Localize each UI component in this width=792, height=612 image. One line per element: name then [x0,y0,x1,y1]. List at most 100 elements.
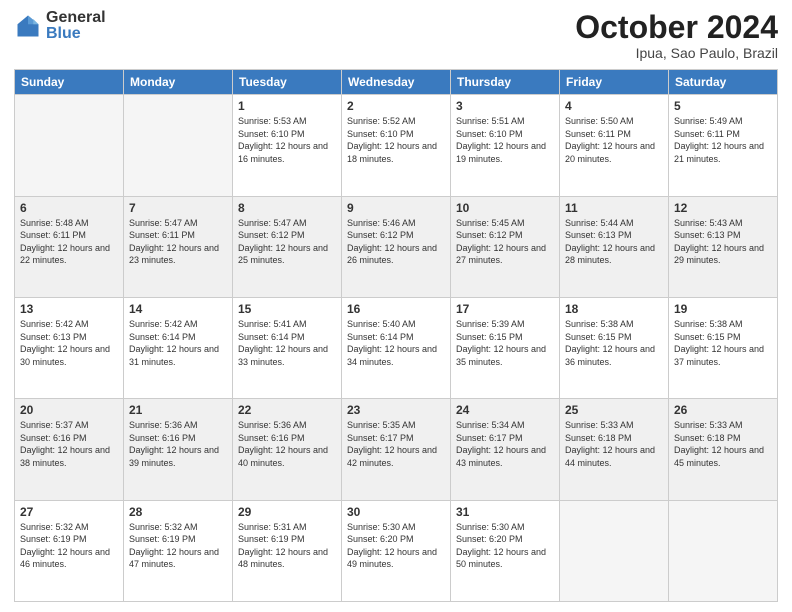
calendar: Sunday Monday Tuesday Wednesday Thursday… [14,69,778,602]
calendar-day-cell: 26Sunrise: 5:33 AMSunset: 6:18 PMDayligh… [669,399,778,500]
day-info: Sunrise: 5:45 AMSunset: 6:12 PMDaylight:… [456,217,554,267]
page: General Blue October 2024 Ipua, Sao Paul… [0,0,792,612]
day-number: 7 [129,201,227,215]
day-info: Sunrise: 5:35 AMSunset: 6:17 PMDaylight:… [347,419,445,469]
calendar-day-cell: 12 Sunrise: 5:43 AMSunset: 6:13 PMDayligh… [669,196,778,297]
day-number: 19 [674,302,772,316]
day-info: Sunrise: 5:34 AMSunset: 6:17 PMDaylight:… [456,419,554,469]
day-info: Sunrise: 5:31 AMSunset: 6:19 PMDaylight:… [238,521,336,571]
day-number: 12 [674,201,772,215]
day-number: 23 [347,403,445,417]
calendar-day-cell: 9Sunrise: 5:46 AMSunset: 6:12 PMDaylight… [342,196,451,297]
calendar-day-cell: 15 Sunrise: 5:41 AMSunset: 6:14 PMDayligh… [233,297,342,398]
day-number: 28 [129,505,227,519]
day-info: Sunrise: 5:51 AMSunset: 6:10 PMDaylight:… [456,115,554,165]
day-number: 30 [347,505,445,519]
day-number: 18 [565,302,663,316]
day-info: Sunrise: 5:47 AMSunset: 6:12 PMDaylight:… [238,217,336,267]
day-number: 31 [456,505,554,519]
day-number: 14 [129,302,227,316]
col-tuesday: Tuesday [233,70,342,95]
calendar-day-cell: 29Sunrise: 5:31 AMSunset: 6:19 PMDayligh… [233,500,342,601]
calendar-day-cell: 23 Sunrise: 5:35 AMSunset: 6:17 PMDayligh… [342,399,451,500]
location: Ipua, Sao Paulo, Brazil [575,45,778,61]
calendar-week-row: 6 Sunrise: 5:48 AMSunset: 6:11 PMDaylight… [15,196,778,297]
day-info: Sunrise: 5:43 AMSunset: 6:13 PMDaylight:… [674,217,772,267]
day-info: Sunrise: 5:47 AMSunset: 6:11 PMDaylight:… [129,217,227,267]
logo-text: General Blue [46,10,106,42]
day-number: 3 [456,99,554,113]
day-info: Sunrise: 5:30 AMSunset: 6:20 PMDaylight:… [456,521,554,571]
title-block: October 2024 Ipua, Sao Paulo, Brazil [575,10,778,61]
day-info: Sunrise: 5:30 AMSunset: 6:20 PMDaylight:… [347,521,445,571]
calendar-day-cell: 1 Sunrise: 5:53 AMSunset: 6:10 PMDaylight… [233,95,342,196]
day-number: 16 [347,302,445,316]
calendar-day-cell: 27Sunrise: 5:32 AMSunset: 6:19 PMDayligh… [15,500,124,601]
day-number: 4 [565,99,663,113]
day-number: 10 [456,201,554,215]
day-number: 13 [20,302,118,316]
col-wednesday: Wednesday [342,70,451,95]
calendar-day-cell: 30 Sunrise: 5:30 AMSunset: 6:20 PMDayligh… [342,500,451,601]
col-saturday: Saturday [669,70,778,95]
day-info: Sunrise: 5:53 AMSunset: 6:10 PMDaylight:… [238,115,336,165]
calendar-day-cell: 8 Sunrise: 5:47 AMSunset: 6:12 PMDaylight… [233,196,342,297]
calendar-day-cell: 14Sunrise: 5:42 AMSunset: 6:14 PMDayligh… [124,297,233,398]
logo-general-text: General [46,10,106,26]
day-info: Sunrise: 5:37 AMSunset: 6:16 PMDaylight:… [20,419,118,469]
day-info: Sunrise: 5:39 AMSunset: 6:15 PMDaylight:… [456,318,554,368]
day-info: Sunrise: 5:36 AMSunset: 6:16 PMDaylight:… [238,419,336,469]
logo-blue-text: Blue [46,26,106,42]
calendar-header-row: Sunday Monday Tuesday Wednesday Thursday… [15,70,778,95]
day-number: 17 [456,302,554,316]
day-number: 5 [674,99,772,113]
calendar-day-cell: 6 Sunrise: 5:48 AMSunset: 6:11 PMDaylight… [15,196,124,297]
day-info: Sunrise: 5:41 AMSunset: 6:14 PMDaylight:… [238,318,336,368]
calendar-day-cell: 17 Sunrise: 5:39 AMSunset: 6:15 PMDayligh… [451,297,560,398]
day-number: 24 [456,403,554,417]
calendar-week-row: 27Sunrise: 5:32 AMSunset: 6:19 PMDayligh… [15,500,778,601]
calendar-day-cell: 25 Sunrise: 5:33 AMSunset: 6:18 PMDayligh… [560,399,669,500]
day-info: Sunrise: 5:38 AMSunset: 6:15 PMDaylight:… [674,318,772,368]
calendar-day-cell: 24 Sunrise: 5:34 AMSunset: 6:17 PMDayligh… [451,399,560,500]
day-number: 11 [565,201,663,215]
col-friday: Friday [560,70,669,95]
day-info: Sunrise: 5:52 AMSunset: 6:10 PMDaylight:… [347,115,445,165]
day-info: Sunrise: 5:33 AMSunset: 6:18 PMDaylight:… [674,419,772,469]
day-info: Sunrise: 5:50 AMSunset: 6:11 PMDaylight:… [565,115,663,165]
logo-icon [14,12,42,40]
col-monday: Monday [124,70,233,95]
calendar-day-cell: 20Sunrise: 5:37 AMSunset: 6:16 PMDayligh… [15,399,124,500]
day-number: 9 [347,201,445,215]
day-info: Sunrise: 5:36 AMSunset: 6:16 PMDaylight:… [129,419,227,469]
calendar-day-cell [15,95,124,196]
calendar-day-cell: 10 Sunrise: 5:45 AMSunset: 6:12 PMDayligh… [451,196,560,297]
month-title: October 2024 [575,10,778,45]
calendar-day-cell: 16Sunrise: 5:40 AMSunset: 6:14 PMDayligh… [342,297,451,398]
calendar-week-row: 20Sunrise: 5:37 AMSunset: 6:16 PMDayligh… [15,399,778,500]
calendar-day-cell: 22 Sunrise: 5:36 AMSunset: 6:16 PMDayligh… [233,399,342,500]
day-number: 2 [347,99,445,113]
day-number: 1 [238,99,336,113]
day-number: 15 [238,302,336,316]
calendar-week-row: 1 Sunrise: 5:53 AMSunset: 6:10 PMDaylight… [15,95,778,196]
day-number: 25 [565,403,663,417]
day-number: 22 [238,403,336,417]
calendar-day-cell: 4 Sunrise: 5:50 AMSunset: 6:11 PMDaylight… [560,95,669,196]
day-info: Sunrise: 5:33 AMSunset: 6:18 PMDaylight:… [565,419,663,469]
calendar-day-cell: 18Sunrise: 5:38 AMSunset: 6:15 PMDayligh… [560,297,669,398]
header: General Blue October 2024 Ipua, Sao Paul… [14,10,778,61]
day-number: 6 [20,201,118,215]
day-info: Sunrise: 5:32 AMSunset: 6:19 PMDaylight:… [129,521,227,571]
calendar-day-cell [560,500,669,601]
col-sunday: Sunday [15,70,124,95]
calendar-day-cell: 21Sunrise: 5:36 AMSunset: 6:16 PMDayligh… [124,399,233,500]
day-info: Sunrise: 5:32 AMSunset: 6:19 PMDaylight:… [20,521,118,571]
calendar-week-row: 13Sunrise: 5:42 AMSunset: 6:13 PMDayligh… [15,297,778,398]
day-number: 8 [238,201,336,215]
calendar-day-cell: 28 Sunrise: 5:32 AMSunset: 6:19 PMDayligh… [124,500,233,601]
calendar-day-cell: 11Sunrise: 5:44 AMSunset: 6:13 PMDayligh… [560,196,669,297]
calendar-day-cell [669,500,778,601]
day-info: Sunrise: 5:48 AMSunset: 6:11 PMDaylight:… [20,217,118,267]
calendar-day-cell: 3 Sunrise: 5:51 AMSunset: 6:10 PMDaylight… [451,95,560,196]
